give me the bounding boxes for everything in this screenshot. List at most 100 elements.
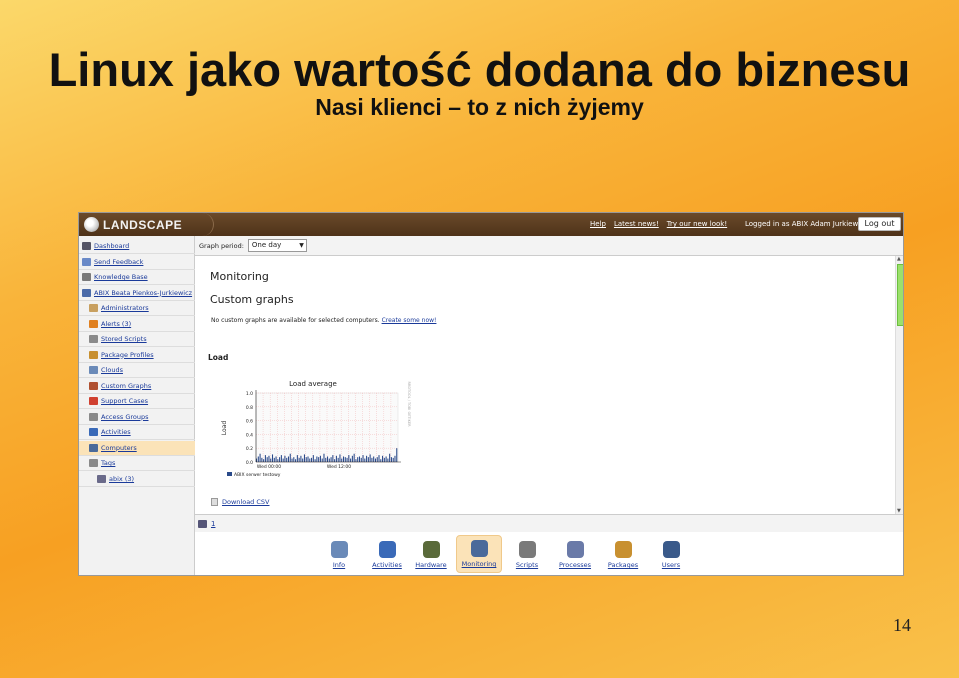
computer-tabs: Info Activities Hardware Monitoring Scripts P… [195, 532, 903, 575]
scroll-up-icon[interactable]: ▲ [897, 256, 901, 262]
legend-label: ABIX serwer testowy [234, 472, 281, 478]
create-graphs-link[interactable]: Create some now! [382, 317, 437, 324]
load-bar [346, 457, 348, 462]
y-tick-label: 1.0 [246, 391, 253, 397]
load-bar [261, 457, 263, 462]
load-heading: Load [208, 353, 229, 362]
sidebar-item[interactable]: Activities [79, 425, 195, 440]
sidebar-item[interactable]: Custom Graphs [79, 379, 195, 394]
load-bar [371, 457, 373, 462]
csv-file-icon [211, 498, 218, 506]
load-bar [277, 459, 279, 462]
load-bar [286, 457, 288, 462]
download-csv[interactable]: Download CSV [211, 498, 270, 506]
chevron-down-icon: ▼ [299, 242, 304, 249]
load-bar [383, 457, 385, 462]
globe-icon [89, 428, 98, 436]
chart-side-label: RRDTOOL / TOBI OETIKER [407, 381, 411, 427]
load-bar [295, 459, 297, 462]
load-bar [385, 456, 387, 462]
hardware-icon [422, 541, 440, 558]
sidebar-item[interactable]: Tags [79, 456, 195, 471]
load-bar [319, 455, 321, 462]
sidebar-item[interactable]: abix (3) [79, 472, 195, 487]
graph-period-select[interactable]: One day ▼ [247, 239, 307, 252]
load-bar [358, 456, 361, 462]
gear-icon [566, 541, 584, 558]
sidebar-item-label: Custom Graphs [101, 381, 152, 390]
sidebar-item-label: Stored Scripts [101, 335, 147, 343]
load-bar [321, 458, 323, 462]
load-bar [302, 458, 304, 462]
tab-monitoring[interactable]: Monitoring [456, 535, 502, 573]
tab-activities[interactable]: Activities [364, 535, 410, 573]
sidebar-item[interactable]: Dashboard [79, 239, 195, 254]
tab-processes[interactable]: Processes [552, 535, 598, 573]
tab-scripts[interactable]: Scripts [504, 535, 550, 573]
load-bar [373, 456, 375, 462]
x-tick-label: Wed 00:00 [257, 464, 281, 470]
note-text: No custom graphs are available for selec… [211, 317, 380, 324]
load-bar [376, 457, 378, 462]
main-content: Monitoring Custom graphs No custom graph… [195, 256, 895, 514]
load-bar [316, 456, 318, 462]
sidebar-item[interactable]: Computers [79, 440, 195, 456]
load-bar [351, 455, 353, 462]
scripts-icon [518, 541, 536, 558]
account-icon [82, 288, 91, 297]
sidebar-item[interactable]: Access Groups [79, 410, 195, 425]
load-bar [309, 458, 311, 462]
sidebar-item-label: Send Feedback [94, 257, 144, 266]
sidebar-item[interactable]: Clouds [79, 363, 195, 378]
load-bar [348, 455, 350, 462]
load-average-chart: Load average Load RRDTOOL / TOBI OETIKER 1.… [218, 376, 414, 488]
sidebar-item[interactable]: Stored Scripts [79, 332, 195, 347]
pager-count[interactable]: 1 [211, 520, 215, 528]
book-icon [82, 273, 91, 281]
sidebar-item[interactable]: Administrators [79, 301, 195, 316]
download-csv-link[interactable]: Download CSV [222, 498, 270, 506]
vertical-scrollbar[interactable]: ▲ ▼ [895, 256, 903, 514]
help-link[interactable]: Help [590, 220, 606, 228]
load-bar [392, 457, 394, 462]
groups-icon [89, 412, 98, 421]
landscape-logo[interactable]: LANDSCAPE [84, 216, 196, 233]
package-icon [614, 541, 632, 558]
sidebar-item[interactable]: Send Feedback [79, 255, 195, 270]
load-bar [264, 455, 266, 462]
tag-icon [97, 474, 106, 483]
tab-info[interactable]: Info [316, 535, 362, 573]
logout-button[interactable]: Log out [858, 217, 901, 231]
load-bar [374, 458, 376, 462]
tab-label: Users [661, 561, 681, 569]
load-bar [266, 457, 268, 462]
sidebar-item[interactable]: Support Cases [79, 394, 195, 409]
computers-icon [89, 443, 98, 452]
sidebar-item[interactable]: ABIX Beata Pienkos-Jurkiewicz [79, 286, 195, 301]
tab-label: Info [332, 561, 346, 569]
load-bar [296, 455, 298, 462]
load-bar [270, 458, 272, 462]
load-bar [328, 458, 330, 462]
tab-label: Processes [558, 561, 592, 569]
tab-packages[interactable]: Packages [600, 535, 646, 573]
tab-users[interactable]: Users [648, 535, 694, 573]
logged-in-text: Logged in as ABIX Adam Jurkiewicz [745, 220, 868, 228]
sidebar-item-label: Package Profiles [101, 350, 154, 359]
y-tick-label: 0.0 [246, 460, 253, 466]
scroll-thumb[interactable] [897, 264, 903, 326]
sidebar-item[interactable]: Package Profiles [79, 348, 195, 363]
try-new-look-link[interactable]: Try our new look! [667, 220, 727, 228]
sidebar-item[interactable]: Alerts (3) [79, 317, 195, 332]
sidebar-item-label: Knowledge Base [94, 273, 148, 281]
tab-hardware[interactable]: Hardware [408, 535, 454, 573]
load-bar [280, 455, 282, 462]
tab-label: Packages [607, 561, 639, 569]
load-bar [366, 455, 368, 462]
cloud-icon [89, 366, 98, 374]
sidebar-item[interactable]: Knowledge Base [79, 270, 195, 285]
sidebar-item-label: Access Groups [101, 412, 149, 421]
y-tick-label: 0.6 [246, 419, 253, 425]
tab-label: Hardware [415, 561, 447, 569]
latest-news-link[interactable]: Latest news! [614, 220, 659, 228]
